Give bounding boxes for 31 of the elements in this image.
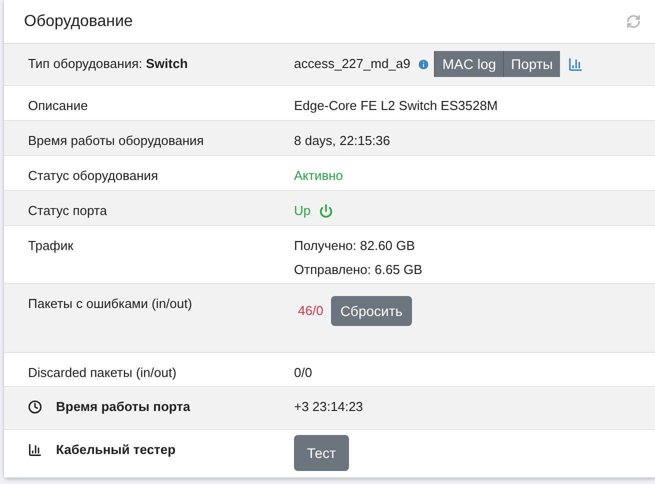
traffic-text: Отправлено: 6.65 GB [294, 260, 424, 279]
clock-icon [28, 400, 42, 414]
action-button[interactable]: MAC log [434, 51, 504, 77]
card-title: Оборудование [24, 12, 133, 32]
row-label: Описание [28, 98, 88, 113]
row-label: Трафик [28, 238, 74, 253]
status-text: Up [294, 202, 311, 220]
row-label: Тип оборудования: Switch [28, 56, 188, 71]
test-button[interactable]: Тест [294, 435, 349, 471]
power-icon [318, 204, 333, 218]
row-value: +3 23:14:23 [294, 399, 364, 414]
row-value: Edge-Core FE L2 Switch ES3528M [294, 98, 498, 113]
traffic-text: Получено: 82.60 GB [294, 237, 416, 255]
row-value: 8 days, 22:15:36 [294, 133, 390, 148]
device-name: access_227_md_a9 [294, 55, 410, 74]
row-label: Статус порта [28, 203, 107, 218]
action-button[interactable]: Порты [503, 51, 560, 77]
row-label: Кабельный тестер [56, 441, 176, 459]
row-label: Пакеты с ошибками (in/out) [28, 296, 192, 311]
row-value: 0/0 [294, 365, 312, 380]
bar-chart-icon[interactable] [568, 56, 583, 72]
status-text: Активно [294, 168, 344, 183]
error-count: 46/0 [298, 302, 324, 320]
row-label: Discarded пакеты (in/out) [28, 365, 176, 380]
refresh-icon[interactable] [626, 14, 641, 29]
reset-button[interactable]: Сбросить [331, 296, 412, 326]
bar-chart-icon [28, 442, 42, 457]
row-label: Статус оборудования [28, 168, 158, 183]
info-icon[interactable] [417, 58, 430, 70]
row-label: Время работы порта [56, 398, 190, 416]
row-label: Время работы оборудования [28, 133, 204, 148]
